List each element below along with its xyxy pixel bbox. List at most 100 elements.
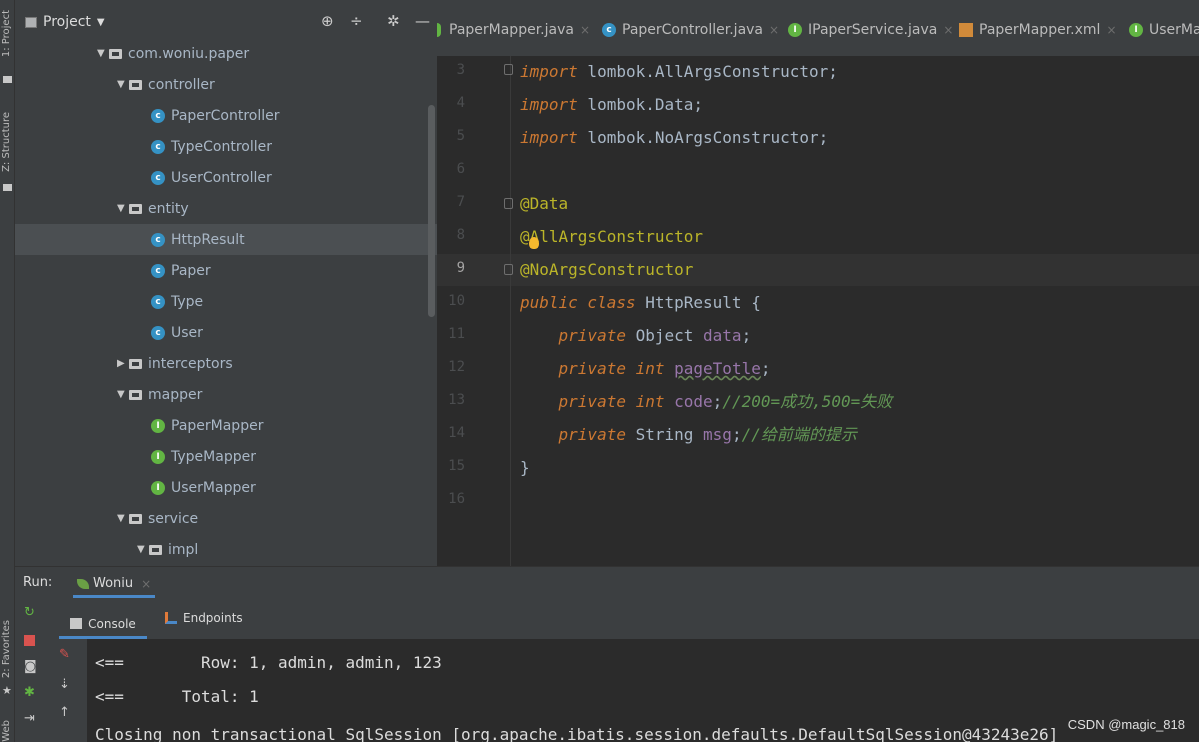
collapsed-arrow-icon[interactable]: ▶ <box>117 358 129 369</box>
line-number: 9 <box>456 260 465 276</box>
structure-tool-tab[interactable]: Z: Structure <box>1 112 12 172</box>
tree-item-label: mapper <box>148 386 203 403</box>
tab-papermapper-xml[interactable]: PaperMapper.xml × <box>959 22 1117 38</box>
line-number: 14 <box>448 425 465 441</box>
tree-package-row[interactable]: ▼ impl <box>15 534 437 565</box>
tree-item-label: TypeMapper <box>171 448 256 465</box>
fold-icon[interactable] <box>504 198 513 209</box>
tree-package-row[interactable]: ▼ controller <box>15 69 437 100</box>
project-panel: Project ▼ ⊕ ÷ ✲ — ▼ com.woniu.paper ▼ contr… <box>15 0 437 566</box>
tree-file-row[interactable]: c Type <box>15 286 437 317</box>
interface-icon: I <box>151 449 165 464</box>
web-tool-tab[interactable]: Web <box>1 720 12 742</box>
code-editor[interactable]: 3 4 5 6 7 8 9 10 11 12 13 14 15 16 import lombok.AllA… <box>437 56 1199 566</box>
rerun-icon[interactable]: ↻ <box>24 605 35 620</box>
code-line: private String msg;//给前端的提示 <box>558 425 857 444</box>
collapse-all-icon[interactable]: ÷ <box>350 12 363 30</box>
tree-package-row[interactable]: ▼ mapper <box>15 379 437 410</box>
lightbulb-icon[interactable] <box>529 237 539 249</box>
code-line: import lombok.NoArgsConstructor; <box>520 128 829 147</box>
structure-tool-icon[interactable] <box>3 184 12 191</box>
debug-icon[interactable]: ✱ <box>24 685 35 700</box>
line-number: 5 <box>456 128 465 144</box>
tree-file-row[interactable]: c UserController <box>15 162 437 193</box>
tree-file-row[interactable]: c User <box>15 317 437 348</box>
up-arrow-icon[interactable]: ↑ <box>59 705 70 720</box>
clear-icon[interactable]: ✎ <box>59 647 70 662</box>
tree-item-label: com.woniu.paper <box>128 45 250 62</box>
tab-ipaperservice-java[interactable]: I IPaperService.java × <box>788 22 953 38</box>
console-line: <== Row: 1, admin, admin, 123 <box>95 653 442 672</box>
class-icon: c <box>151 294 165 309</box>
interface-icon: I <box>151 418 165 433</box>
code-line: } <box>520 458 530 477</box>
tree-item-label: HttpResult <box>171 231 245 248</box>
fold-icon[interactable] <box>504 64 513 75</box>
run-label: Run: <box>23 575 53 590</box>
tree-scrollbar[interactable] <box>428 105 435 317</box>
expanded-arrow-icon[interactable]: ▼ <box>117 513 129 524</box>
tree-package-row[interactable]: ▼ service <box>15 503 437 534</box>
tree-file-row[interactable]: I TypeMapper <box>15 441 437 472</box>
tree-file-row[interactable]: c Paper <box>15 255 437 286</box>
expanded-arrow-icon[interactable]: ▼ <box>117 79 129 90</box>
package-icon <box>149 544 162 555</box>
expanded-arrow-icon[interactable]: ▼ <box>137 544 149 555</box>
tab-usermapper[interactable]: I UserMa <box>1129 22 1199 38</box>
watermark: CSDN @magic_818 <box>1067 717 1185 732</box>
tree-package-row[interactable]: ▼ com.woniu.paper <box>15 38 437 69</box>
line-number: 7 <box>456 194 465 210</box>
tab-papercontroller-java[interactable]: c PaperController.java × <box>602 22 779 38</box>
project-tool-tab[interactable]: 1: Project <box>1 10 12 57</box>
tab-console[interactable]: Console <box>59 599 147 639</box>
close-icon[interactable]: × <box>1106 23 1116 37</box>
tab-papermapper-java[interactable]: PaperMapper.java × <box>437 22 590 38</box>
tree-file-row[interactable]: I PaperMapper <box>15 410 437 441</box>
gear-icon[interactable]: ✲ <box>387 12 400 30</box>
tree-file-row[interactable]: c TypeController <box>15 131 437 162</box>
project-tool-icon[interactable] <box>3 76 12 83</box>
line-number: 13 <box>448 392 465 408</box>
close-icon[interactable]: × <box>769 23 779 37</box>
tree-package-row[interactable]: ▼ entity <box>15 193 437 224</box>
run-panel: Run: Woniu × ↻ ◙ ✱ ⇥ Console Endpoints ✎… <box>15 566 1199 742</box>
class-icon: c <box>151 263 165 278</box>
exit-icon[interactable]: ⇥ <box>24 711 35 726</box>
endpoints-icon <box>165 612 177 624</box>
tree-file-row[interactable]: c HttpResult <box>15 224 437 255</box>
tree-package-row[interactable]: ▶ interceptors <box>15 348 437 379</box>
close-icon[interactable]: × <box>580 23 590 37</box>
editor-tabs: PaperMapper.java × c PaperController.java… <box>437 0 1199 62</box>
tree-file-row[interactable]: I UserMapper <box>15 472 437 503</box>
favorites-tool-tab[interactable]: 2: Favorites <box>1 620 12 678</box>
camera-icon[interactable]: ◙ <box>24 659 37 674</box>
tree-item-label: service <box>148 510 199 527</box>
tree-item-label: interceptors <box>148 355 233 372</box>
line-number: 12 <box>448 359 465 375</box>
line-number: 6 <box>456 161 465 177</box>
fold-icon[interactable] <box>504 264 513 275</box>
tree-file-row[interactable]: c PaperController <box>15 100 437 131</box>
console-area: Console Endpoints ✎ ⇣ ↑ <== Row: 1, admi… <box>47 599 1199 742</box>
stop-icon[interactable] <box>24 635 35 646</box>
code-line: private int code;//200=成功,500=失败 <box>558 392 893 411</box>
close-icon[interactable]: × <box>141 577 151 591</box>
expanded-arrow-icon[interactable]: ▼ <box>97 48 109 59</box>
project-view-selector[interactable]: Project ▼ <box>25 14 105 30</box>
code-line: private int pageTotle; <box>558 359 771 378</box>
expanded-arrow-icon[interactable]: ▼ <box>117 389 129 400</box>
close-icon[interactable]: × <box>943 23 953 37</box>
run-config-tab[interactable]: Woniu × <box>73 572 156 598</box>
code-line: import lombok.Data; <box>520 95 704 114</box>
tab-endpoints[interactable]: Endpoints <box>165 611 243 625</box>
package-icon <box>129 513 142 524</box>
terminal-icon <box>70 618 83 629</box>
interface-icon: I <box>151 480 165 495</box>
locate-icon[interactable]: ⊕ <box>321 12 334 30</box>
sort-icon[interactable]: ⇣ <box>59 677 70 692</box>
expanded-arrow-icon[interactable]: ▼ <box>117 203 129 214</box>
tree-item-label: UserController <box>171 169 272 186</box>
project-panel-header: Project ▼ ⊕ ÷ ✲ — <box>15 0 437 38</box>
star-icon[interactable]: ★ <box>2 684 12 697</box>
hide-icon[interactable]: — <box>415 12 430 30</box>
